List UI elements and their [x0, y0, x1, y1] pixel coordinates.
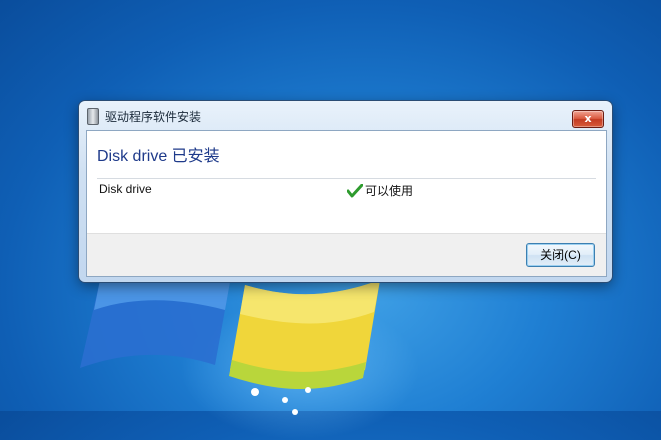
usb-drive-icon: [87, 108, 99, 125]
device-status-text: 可以使用: [365, 184, 414, 198]
device-status: 可以使用: [347, 182, 413, 199]
window-title: 驱动程序软件安装: [105, 110, 202, 124]
title-bar[interactable]: 驱动程序软件安装 x: [79, 101, 612, 129]
dialog-content: Disk drive 已安装 Disk drive 可以使用 关闭(C): [86, 130, 607, 277]
divider: [97, 178, 596, 179]
check-icon: [347, 184, 363, 198]
install-heading: Disk drive 已安装: [97, 148, 220, 165]
device-name: Disk drive: [99, 182, 152, 196]
close-button[interactable]: 关闭(C): [526, 243, 595, 267]
window-close-button[interactable]: x: [572, 110, 604, 128]
close-icon: x: [584, 112, 592, 125]
driver-install-dialog: 驱动程序软件安装 x Disk drive 已安装 Disk drive 可以使…: [79, 101, 612, 282]
dialog-footer: 关闭(C): [87, 233, 606, 276]
